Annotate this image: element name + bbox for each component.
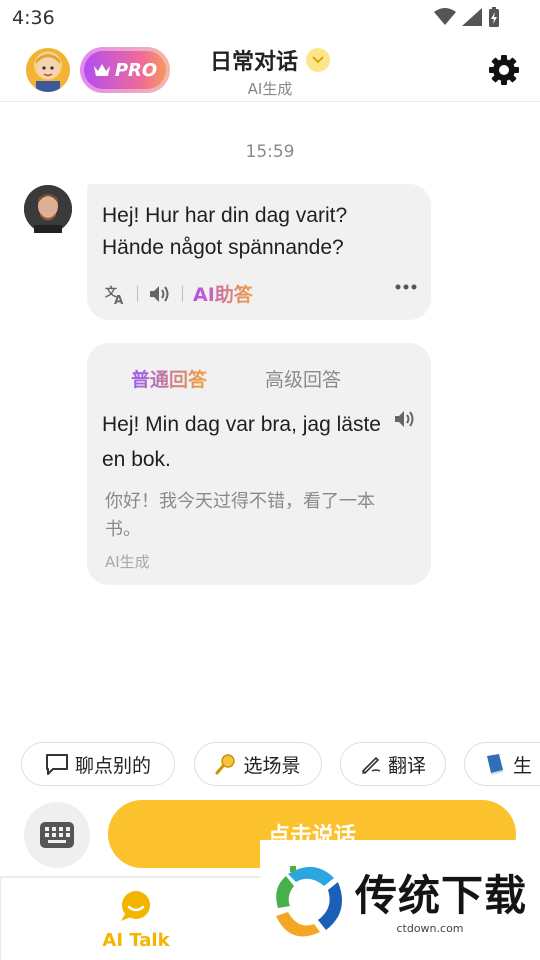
bot-message-text: Hej! Hur har din dag varit? Hände något … xyxy=(102,204,348,259)
page-subtitle: AI生成 xyxy=(247,80,293,98)
page-title: 日常对话 xyxy=(209,50,298,75)
title-group: 日常对话 AI生成 xyxy=(0,44,540,99)
svg-text:A: A xyxy=(114,293,124,305)
wifi-icon xyxy=(434,8,456,25)
bot-avatar xyxy=(24,185,72,233)
gear-icon xyxy=(489,55,519,85)
magnifier-icon xyxy=(215,754,236,775)
chip-label: 选场景 xyxy=(243,754,301,777)
translate-icon[interactable]: 文 A xyxy=(105,283,127,305)
divider xyxy=(137,285,138,302)
ai-generated-label: AI生成 xyxy=(105,553,150,571)
book-icon xyxy=(487,754,503,775)
reply-translation: 你好！我今天过得不错，看了一本书。 xyxy=(105,491,375,540)
chip-chat-other[interactable]: 聊点别的 xyxy=(21,742,175,786)
keyboard-icon xyxy=(40,822,74,848)
suggestion-chips: 聊点别的 选场景 翻译 生 xyxy=(21,742,540,786)
divider xyxy=(182,285,183,302)
nav-label: AI Talk xyxy=(102,930,170,951)
status-time: 4:36 xyxy=(12,7,55,29)
tab-basic-answer[interactable]: 普通回答 xyxy=(131,365,207,392)
bot-message-bubble: Hej! Hur har din dag varit? Hände något … xyxy=(87,184,431,320)
header: PRO 日常对话 AI生成 xyxy=(0,38,540,102)
signal-icon xyxy=(462,8,482,26)
chip-translate[interactable]: 翻译 xyxy=(340,742,446,786)
tab-advanced-answer[interactable]: 高级回答 xyxy=(265,365,341,392)
pen-icon xyxy=(361,756,381,775)
speaker-icon[interactable] xyxy=(148,284,172,304)
message-actions: 文 A AI助答 xyxy=(105,280,253,307)
person-avatar-icon xyxy=(24,185,72,233)
keyboard-button[interactable] xyxy=(24,802,90,868)
status-bar: 4:36 xyxy=(0,0,540,38)
status-icons xyxy=(434,7,500,27)
watermark-url: ctdown.com xyxy=(396,922,464,935)
nav-item-ai-talk[interactable]: AI Talk xyxy=(0,877,270,960)
ai-help-button[interactable]: AI助答 xyxy=(193,280,253,307)
battery-icon xyxy=(489,7,499,27)
speech-bubble-icon xyxy=(45,754,68,775)
topic-selector[interactable]: 日常对话 xyxy=(210,44,330,76)
settings-button[interactable] xyxy=(486,52,522,88)
chevron-down-icon xyxy=(306,48,330,72)
chip-label: 翻译 xyxy=(387,754,426,777)
chip-label: 生 xyxy=(513,754,533,777)
watermark: 传统下载 ctdown.com xyxy=(260,840,540,960)
chip-generate[interactable]: 生 xyxy=(464,742,540,786)
speaker-icon[interactable] xyxy=(393,409,417,429)
reply-text: Hej! Min dag var bra, jag läste en bok. xyxy=(102,413,381,471)
reply-tabs: 普通回答 高级回答 xyxy=(131,365,341,392)
chip-label: 聊点别的 xyxy=(74,754,151,777)
chat-bubble-icon xyxy=(121,891,150,921)
watermark-text: 传统下载 xyxy=(355,871,528,920)
chip-choose-scene[interactable]: 选场景 xyxy=(194,742,322,786)
message-timestamp: 15:59 xyxy=(245,142,295,162)
more-icon[interactable] xyxy=(395,284,417,290)
suggested-reply-card: 普通回答 高级回答 Hej! Min dag var bra, jag läst… xyxy=(87,343,431,585)
